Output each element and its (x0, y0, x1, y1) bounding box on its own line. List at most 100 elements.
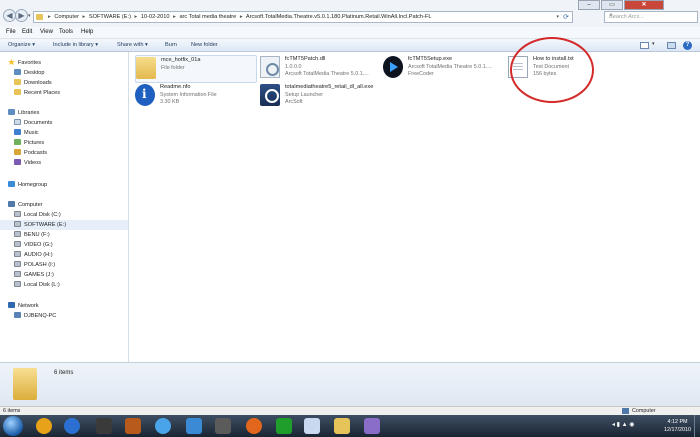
burn-button[interactable]: Burn (165, 42, 177, 48)
nav-computer[interactable]: Computer (8, 201, 43, 208)
search-icon[interactable]: ⌕ (609, 12, 694, 20)
file-item-how-to-install[interactable]: How to install.txt Text Document 156 byt… (508, 55, 628, 83)
command-bar: Organize ▾ Include in library ▾ Share wi… (0, 39, 700, 52)
nav-homegroup[interactable]: Homegroup (8, 181, 47, 188)
video-editor-icon[interactable] (215, 418, 231, 434)
menu-tools[interactable]: Tools (59, 29, 73, 35)
chevron-right-icon: ▸ (173, 14, 176, 20)
nav-item-drive-e[interactable]: SOFTWARE (E:) (0, 220, 128, 230)
media-center-icon[interactable] (125, 418, 141, 434)
nav-favorites[interactable]: Favorites (8, 59, 41, 66)
libraries-icon (8, 109, 15, 115)
info-icon (135, 84, 155, 106)
change-view-icon[interactable] (640, 42, 649, 49)
preview-pane-icon[interactable] (667, 42, 676, 49)
menu-help[interactable]: Help (81, 29, 93, 35)
menu-view[interactable]: View (40, 29, 53, 35)
drive-icon (14, 231, 21, 237)
nav-item-drive-g[interactable]: VIDEO (G:) (14, 241, 53, 248)
file-size: 156 bytes (533, 71, 557, 77)
menu-file[interactable]: File (6, 29, 16, 35)
title-bar: ◀ ▶ ▾ ▸ Computer ▸ SOFTWARE (E:) ▸ 10-02… (0, 0, 700, 27)
navigation-pane: Favorites Desktop Downloads Recent Place… (0, 52, 129, 362)
star-icon (8, 59, 15, 65)
nav-item-drive-h[interactable]: AUDIO (H:) (14, 251, 53, 258)
nav-item-drive-l[interactable]: Local Disk (L:) (14, 281, 60, 288)
explorer-icon[interactable] (334, 418, 350, 434)
nav-item-recent-places[interactable]: Recent Places (14, 89, 60, 96)
breadcrumb-software-drive[interactable]: SOFTWARE (E:) (89, 14, 131, 20)
nav-item-djbenq-pc[interactable]: DJBENQ-PC (14, 312, 56, 319)
network-app-icon[interactable] (186, 418, 202, 434)
file-item-patch-dll[interactable]: fcTMT5Patch.dll 1.0.0.0 Arcsoft TotalMed… (260, 55, 380, 83)
breadcrumb-date-folder[interactable]: 10-02-2010 (141, 14, 170, 20)
status-location: Computer (632, 408, 656, 414)
search-input[interactable]: Search Arcs... ⌕ (604, 11, 698, 23)
folder-icon (36, 14, 43, 20)
clock[interactable]: 4:12 PM 12/17/2010 (664, 418, 691, 434)
podcasts-icon (14, 149, 21, 155)
folder-icon (136, 57, 156, 79)
homegroup-icon (8, 181, 15, 187)
breadcrumb-arc-folder[interactable]: arc Total media theatre (179, 14, 236, 20)
nav-item-music[interactable]: Music (14, 129, 39, 136)
organize-button[interactable]: Organize ▾ (8, 42, 35, 48)
play-app-icon[interactable] (276, 418, 292, 434)
media-player-icon[interactable] (96, 418, 112, 434)
internet-explorer-icon[interactable] (64, 418, 80, 434)
pictures-icon (14, 139, 21, 145)
address-bar[interactable]: ▸ Computer ▸ SOFTWARE (E:) ▸ 10-02-2010 … (33, 11, 573, 23)
recent-pages-dropdown[interactable]: ▾ (28, 13, 31, 19)
drive-icon (14, 261, 21, 267)
paint-icon[interactable] (364, 418, 380, 434)
help-icon[interactable]: ? (683, 41, 692, 50)
nav-item-drive-f[interactable]: BENU (F:) (14, 231, 50, 238)
nav-libraries[interactable]: Libraries (8, 109, 39, 116)
nav-item-podcasts[interactable]: Podcasts (14, 149, 47, 156)
address-dropdown-icon[interactable]: ▾ (556, 14, 559, 20)
view-options-dropdown[interactable]: ▾ (652, 41, 655, 47)
breadcrumb-computer[interactable]: Computer (54, 14, 79, 20)
drive-icon (14, 221, 21, 227)
share-with-button[interactable]: Share with ▾ (117, 42, 148, 48)
new-folder-button[interactable]: New folder (191, 42, 218, 48)
nav-item-drive-i[interactable]: POLASH (I:) (14, 261, 55, 268)
breadcrumb-current-folder[interactable]: Arcsoft.TotalMedia.Theatre.v5.0.1.180.Pl… (246, 14, 432, 20)
clock-time: 4:12 PM (667, 419, 688, 425)
nav-item-drive-j[interactable]: GAMES (J:) (14, 271, 54, 278)
chevron-right-icon: ▸ (239, 14, 243, 20)
word-icon[interactable] (304, 418, 320, 434)
file-name: Readme.nfo (160, 84, 191, 90)
forward-button[interactable]: ▶ (15, 9, 28, 22)
exe-icon (383, 56, 403, 78)
file-item-mce-hotfix[interactable]: mce_hotfix_01a File folder (135, 55, 257, 83)
music-icon (14, 129, 21, 135)
firefox-icon[interactable] (246, 418, 262, 434)
nav-item-downloads[interactable]: Downloads (14, 79, 52, 86)
chevron-right-icon: ▸ (48, 14, 51, 20)
arcsoft-icon[interactable] (155, 418, 171, 434)
nav-item-drive-c[interactable]: Local Disk (C:) (14, 211, 61, 218)
computer-icon (622, 408, 629, 414)
include-in-library-button[interactable]: Include in library ▾ (53, 42, 98, 48)
refresh-icon[interactable]: ⟳ (563, 13, 569, 21)
file-name: How to install.txt (533, 56, 574, 62)
maximize-button[interactable]: ▭ (601, 0, 623, 10)
nav-item-documents[interactable]: Documents (14, 119, 52, 126)
show-desktop-button[interactable] (694, 415, 700, 437)
vlc-icon[interactable] (36, 418, 52, 434)
minimize-button[interactable]: – (578, 0, 600, 10)
setup-icon (260, 84, 280, 106)
start-button[interactable] (3, 416, 23, 436)
file-item-retail-exe[interactable]: totalmediatheatre5_retail_dl_all.exe Set… (260, 83, 390, 111)
nav-network[interactable]: Network (8, 302, 39, 309)
file-item-setup-exe[interactable]: fcTMT5Setup.exe Arcsoft TotalMedia Theat… (383, 55, 505, 83)
close-button[interactable]: ✕ (624, 0, 664, 10)
menu-edit[interactable]: Edit (22, 29, 32, 35)
file-version: 1.0.0.0 (285, 64, 302, 70)
file-item-readme-nfo[interactable]: Readme.nfo System Information File 3.30 … (135, 83, 257, 111)
nav-item-pictures[interactable]: Pictures (14, 139, 44, 146)
system-tray[interactable]: ◂ ▮ ▲ ◉ (612, 421, 635, 428)
nav-item-desktop[interactable]: Desktop (14, 69, 45, 76)
nav-item-videos[interactable]: Videos (14, 159, 41, 166)
